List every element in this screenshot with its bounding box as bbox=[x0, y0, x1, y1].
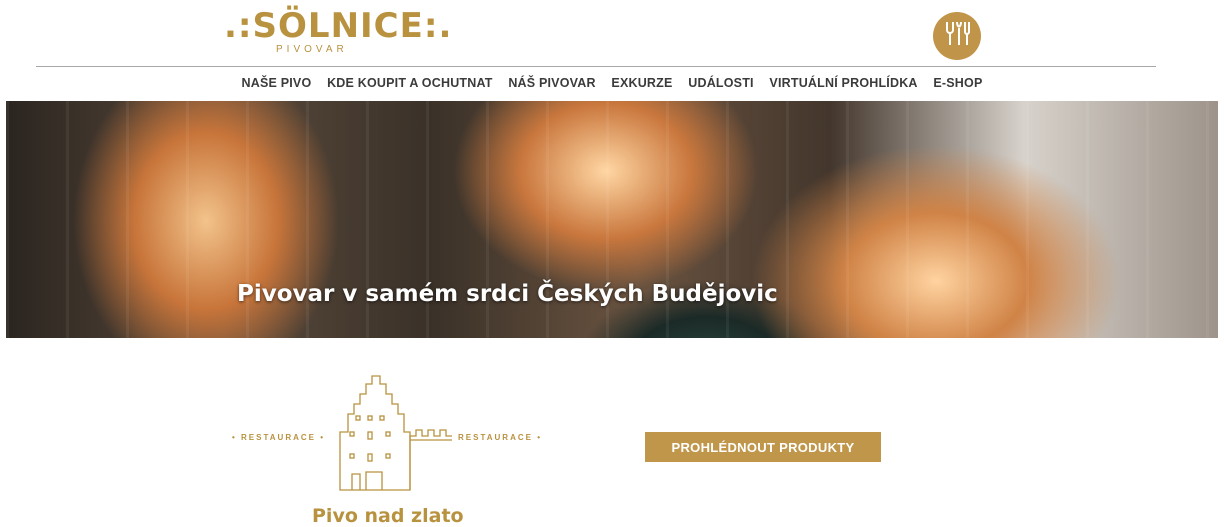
logo-text: .:SÖLNICE:. bbox=[224, 6, 453, 46]
restaurace-label-right: RESTAURACE • bbox=[458, 433, 542, 442]
view-products-button[interactable]: PROHLÉDNOUT PRODUKTY bbox=[645, 432, 881, 462]
nav-item-virtualni-prohlidka[interactable]: VIRTUÁLNÍ PROHLÍDKA bbox=[769, 76, 917, 90]
nav-item-e-shop[interactable]: E-SHOP bbox=[933, 76, 982, 90]
nav-item-nase-pivo[interactable]: NAŠE PIVO bbox=[242, 76, 312, 90]
restaurant-menu-button[interactable] bbox=[933, 12, 981, 60]
hero-title: Pivovar v samém srdci Českých Budějovic bbox=[237, 281, 778, 307]
utensils-beer-icon bbox=[943, 18, 971, 54]
brand-logo[interactable]: .:SÖLNICE:. PIVOVAR bbox=[224, 6, 453, 60]
castle-logo-icon[interactable] bbox=[330, 370, 454, 492]
nav-item-nas-pivovar[interactable]: NÁŠ PIVOVAR bbox=[508, 76, 595, 90]
hero-banner: Pivovar v samém srdci Českých Budějovic bbox=[6, 101, 1218, 338]
restaurace-label-left: • RESTAURACE • bbox=[232, 433, 326, 442]
nav-item-kde-koupit[interactable]: KDE KOUPIT A OCHUTNAT bbox=[327, 76, 493, 90]
restaurant-brand-name: Pivo nad zlato bbox=[312, 505, 464, 527]
main-navigation: NAŠE PIVO KDE KOUPIT A OCHUTNAT NÁŠ PIVO… bbox=[0, 76, 1224, 90]
nav-item-udalosti[interactable]: UDÁLOSTI bbox=[688, 76, 754, 90]
nav-item-exkurze[interactable]: EXKURZE bbox=[611, 76, 672, 90]
header-divider bbox=[36, 66, 1156, 67]
